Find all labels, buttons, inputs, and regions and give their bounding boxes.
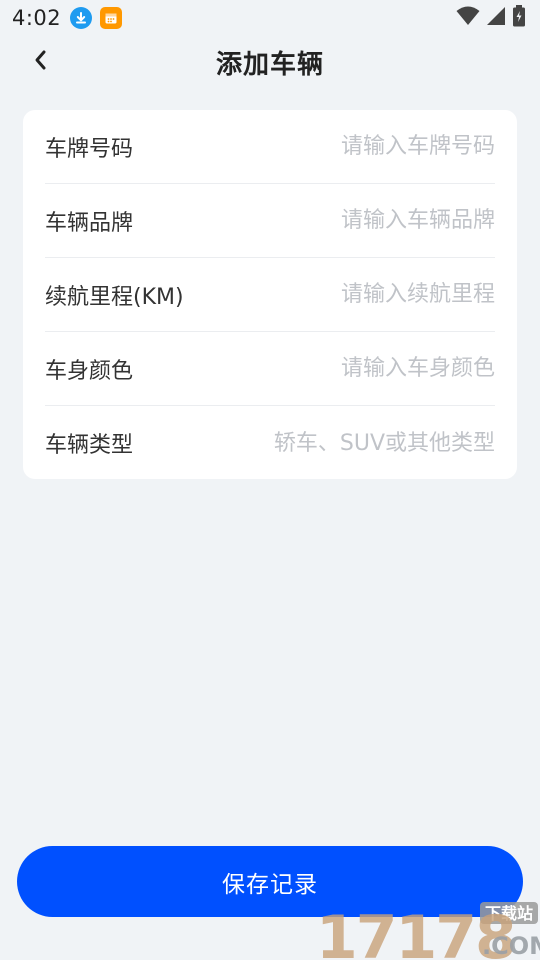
plate-number-input[interactable]: [133, 110, 495, 183]
app-header: 添加车辆: [0, 36, 540, 88]
wifi-icon: [456, 6, 480, 30]
brand-input[interactable]: [133, 184, 495, 257]
download-icon: [70, 7, 93, 29]
vehicle-type-input[interactable]: [133, 406, 495, 480]
back-button[interactable]: [22, 46, 58, 78]
vehicle-form-card: 车牌号码 车辆品牌 续航里程(KM) 车身颜色 车辆类型: [23, 110, 517, 480]
status-indicators: [456, 5, 526, 31]
signal-icon: [486, 6, 506, 30]
color-input[interactable]: [133, 332, 495, 405]
chevron-left-icon: [32, 49, 48, 75]
brand-label: 车辆品牌: [45, 210, 134, 236]
form-row-vehicle-type: 车辆类型: [45, 406, 495, 480]
page-title: 添加车辆: [215, 49, 324, 80]
color-label: 车身颜色: [45, 358, 134, 384]
form-row-brand: 车辆品牌: [45, 184, 495, 258]
battery-icon: [512, 5, 526, 31]
range-label: 续航里程(KM): [45, 284, 184, 310]
form-row-color: 车身颜色: [45, 332, 495, 406]
vehicle-type-label: 车辆类型: [45, 433, 134, 458]
watermark-logo: 下载站 17178 .COM: [316, 902, 540, 960]
status-bar: 4:02: [0, 0, 540, 36]
watermark-domain: .COM: [482, 932, 540, 960]
form-row-plate-number: 车牌号码: [45, 110, 495, 184]
plate-number-label: 车牌号码: [45, 136, 134, 162]
range-input[interactable]: [183, 258, 495, 331]
form-row-range: 续航里程(KM): [45, 258, 495, 332]
calendar-icon: [100, 7, 123, 29]
status-time: 4:02: [12, 6, 62, 30]
